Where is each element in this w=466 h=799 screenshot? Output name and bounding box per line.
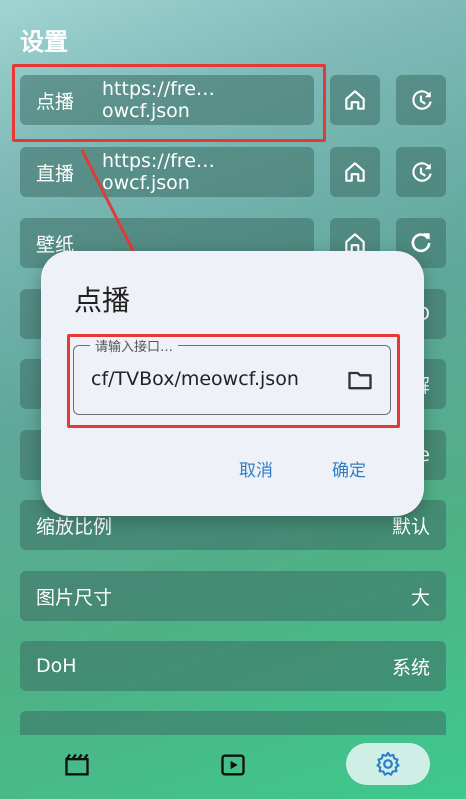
annotation-input-box — [67, 334, 400, 428]
nav-vod-button[interactable] — [54, 745, 100, 785]
nav-settings-button[interactable] — [346, 743, 430, 785]
page-title: 设置 — [20, 28, 68, 56]
image-size-value: 大 — [410, 586, 430, 609]
play-icon — [221, 754, 245, 776]
setting-row-10[interactable] — [20, 711, 446, 735]
live-home-button[interactable] — [330, 147, 380, 197]
vod-home-button[interactable] — [330, 75, 380, 125]
dialog-title: 点播 — [74, 284, 131, 317]
image-size-label: 图片尺寸 — [36, 586, 113, 609]
history-icon — [412, 90, 432, 110]
film-icon — [65, 753, 89, 776]
gear-icon — [376, 751, 400, 776]
live-history-button[interactable] — [396, 147, 446, 197]
home-icon — [345, 90, 365, 110]
image-size-setting-row[interactable]: 图片尺寸 大 — [20, 571, 446, 621]
nav-live-button[interactable] — [210, 745, 256, 785]
doh-setting-row[interactable]: DoH 系统 — [20, 641, 446, 691]
live-setting-row[interactable]: 直播 https://fre…owcf.json — [20, 147, 314, 197]
doh-value: 系统 — [391, 656, 430, 679]
bottom-nav — [0, 735, 466, 799]
refresh-icon — [411, 233, 431, 253]
cancel-button[interactable]: 取消 — [239, 456, 273, 481]
annotation-highlight-box — [12, 64, 326, 142]
live-url: https://fre…owcf.json — [102, 150, 215, 194]
history-icon — [412, 162, 432, 182]
vod-history-button[interactable] — [396, 75, 446, 125]
live-label: 直播 — [36, 162, 75, 185]
confirm-button[interactable]: 确定 — [332, 456, 366, 481]
home-icon — [345, 162, 365, 182]
doh-label: DoH — [36, 655, 77, 677]
